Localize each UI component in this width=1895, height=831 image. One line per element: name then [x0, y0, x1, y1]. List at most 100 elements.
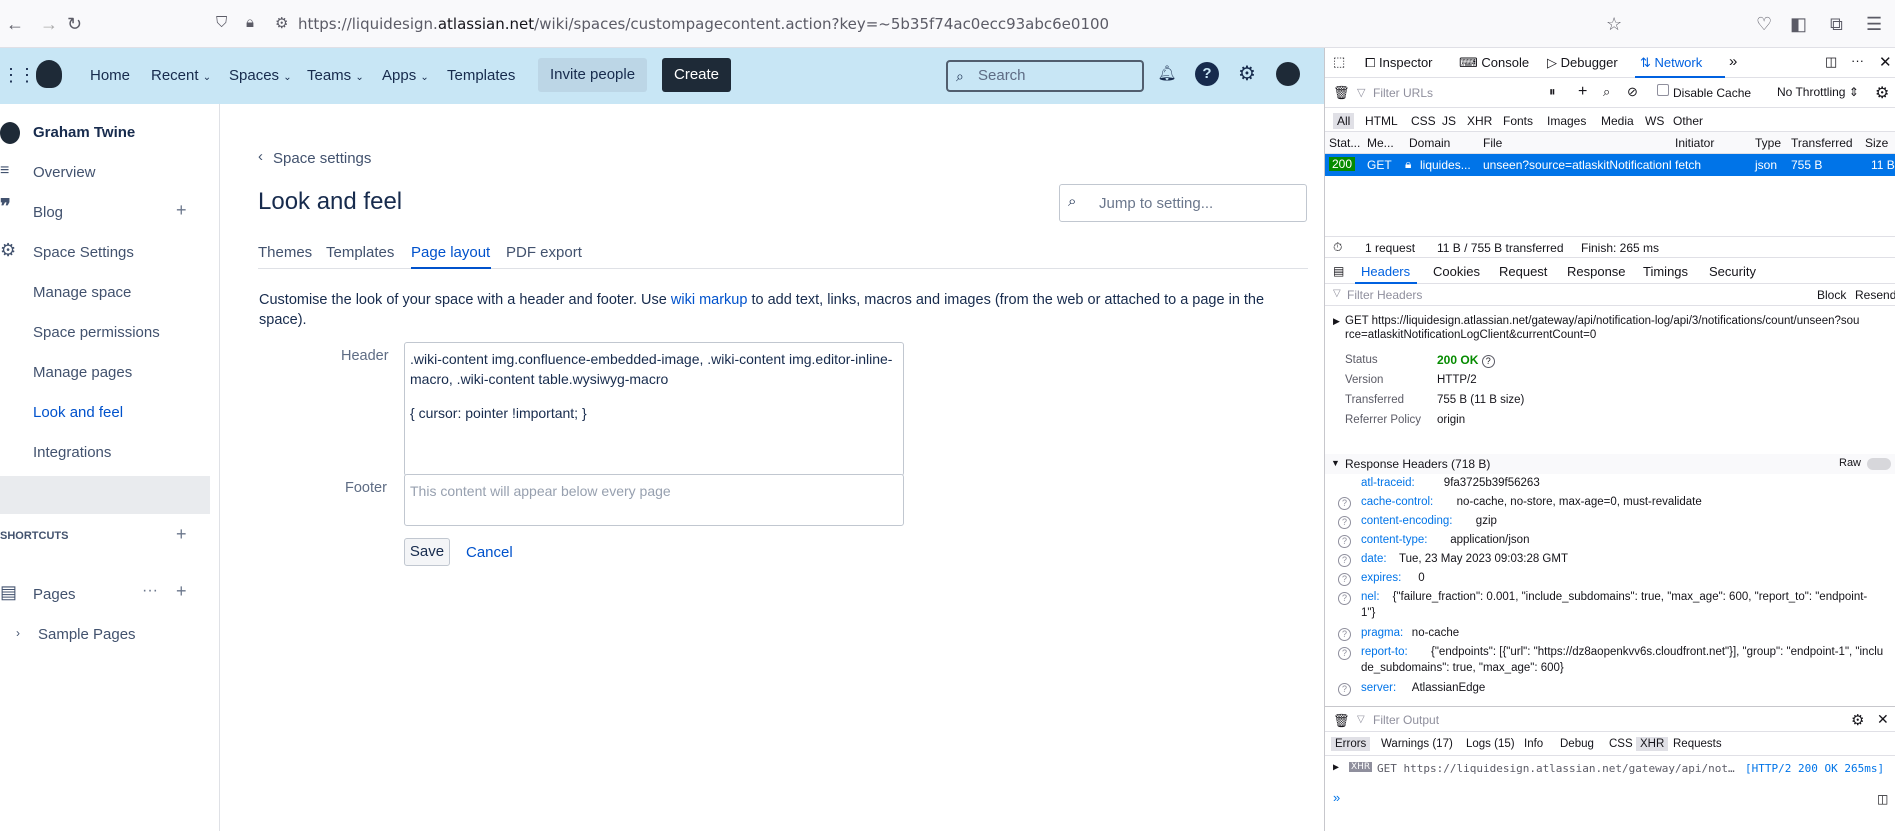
tab-headers[interactable]: Headers: [1361, 264, 1410, 279]
sidebar-item-space-settings[interactable]: Space Settings: [33, 244, 134, 261]
filter-media[interactable]: Media: [1601, 114, 1634, 128]
help-icon[interactable]: ?: [1338, 497, 1351, 510]
response-header-row[interactable]: ? nel: {"failure_fraction": 0.001, "includ…: [1325, 589, 1895, 608]
console-prompt-icon[interactable]: »: [1333, 790, 1340, 805]
filter-errors[interactable]: Errors: [1331, 737, 1371, 751]
filter-logs[interactable]: Logs (15): [1466, 738, 1515, 750]
filter-other[interactable]: Other: [1673, 114, 1703, 128]
help-icon[interactable]: ?: [1338, 647, 1351, 660]
forward-arrow-icon[interactable]: →: [40, 14, 58, 35]
pocket-icon[interactable]: ♡: [1756, 14, 1772, 35]
help-icon[interactable]: ?: [1338, 554, 1351, 567]
filter-info[interactable]: Info: [1524, 738, 1543, 750]
help-icon[interactable]: ?: [1481, 355, 1495, 368]
more-tabs-icon[interactable]: »: [1729, 53, 1737, 70]
col-status[interactable]: Stat...: [1329, 136, 1360, 150]
filter-warnings[interactable]: Warnings (17): [1381, 738, 1453, 750]
sidebar-item-manage-space[interactable]: Manage space: [33, 284, 131, 301]
expand-request-icon[interactable]: ▶: [1333, 316, 1340, 327]
logo-icon[interactable]: [36, 60, 62, 88]
settings-icon[interactable]: ⚙: [1235, 62, 1259, 86]
help-icon[interactable]: ?: [1338, 573, 1351, 586]
filter-images[interactable]: Images: [1547, 114, 1586, 128]
nav-recent[interactable]: Recent ⌄: [151, 67, 211, 84]
col-method[interactable]: Me...: [1367, 136, 1394, 150]
extensions-puzzle-icon[interactable]: ⧉: [1830, 14, 1843, 35]
trash-icon[interactable]: 🗑︎: [1333, 713, 1350, 729]
filter-xhr[interactable]: XHR: [1636, 737, 1669, 751]
help-icon[interactable]: ?: [1195, 62, 1219, 86]
add-blog-icon[interactable]: +: [176, 200, 187, 221]
expand-log-icon[interactable]: ▶: [1333, 762, 1339, 773]
response-header-row[interactable]: ? report-to: {"endpoints": [{"url": "https…: [1325, 644, 1895, 663]
help-icon[interactable]: ?: [1338, 516, 1351, 529]
resend-button[interactable]: Resend: [1855, 288, 1895, 302]
trash-icon[interactable]: 🗑︎: [1333, 85, 1350, 101]
back-arrow-icon[interactable]: ←: [6, 14, 24, 35]
response-header-row[interactable]: ? server: AtlassianEdge: [1325, 680, 1895, 699]
tab-debugger[interactable]: ▷ Debugger: [1547, 55, 1618, 71]
tab-console[interactable]: ⌨ Console: [1459, 55, 1529, 71]
col-initiator[interactable]: Initiator: [1675, 136, 1714, 150]
help-icon[interactable]: ?: [1338, 592, 1351, 605]
response-header-row[interactable]: ?atl-traceid:9fa3725b39f56263: [1325, 475, 1895, 494]
wiki-markup-link[interactable]: wiki markup: [671, 292, 748, 308]
add-page-icon[interactable]: +: [176, 581, 187, 602]
response-headers-heading[interactable]: ▼ Response Headers (718 B) Raw: [1325, 454, 1895, 474]
tab-timings[interactable]: Timings: [1643, 264, 1688, 279]
menu-icon[interactable]: ☰: [1866, 14, 1882, 35]
nav-teams[interactable]: Teams ⌄: [307, 67, 364, 84]
tab-pdf-export[interactable]: PDF export: [506, 244, 582, 261]
sidebar-item-look-and-feel[interactable]: Look and feel: [33, 404, 123, 421]
help-icon[interactable]: ?: [1338, 535, 1351, 548]
nav-templates[interactable]: Templates: [447, 67, 515, 84]
raw-toggle[interactable]: [1867, 458, 1891, 470]
block-icon[interactable]: ⊘: [1627, 84, 1638, 100]
back-chevron-icon[interactable]: ‹: [258, 148, 263, 165]
sidebar-item-space-permissions[interactable]: Space permissions: [33, 324, 160, 341]
tab-network[interactable]: ⇅ Network: [1640, 55, 1702, 71]
sidebar-item-blog[interactable]: Blog: [33, 204, 63, 221]
avatar[interactable]: [1276, 62, 1300, 86]
expand-chevron-icon[interactable]: ›: [16, 626, 20, 640]
col-transferred[interactable]: Transferred: [1791, 136, 1853, 150]
filter-requests[interactable]: Requests: [1673, 738, 1722, 750]
block-button[interactable]: Block: [1817, 288, 1846, 302]
more-actions-icon[interactable]: ···: [142, 582, 158, 600]
nav-apps[interactable]: Apps ⌄: [382, 67, 429, 84]
dock-icon[interactable]: ◫: [1825, 54, 1837, 70]
filter-urls-input[interactable]: Filter URLs: [1373, 86, 1433, 100]
picker-icon[interactable]: ⬚: [1333, 54, 1345, 70]
response-header-row[interactable]: ? content-type: application/json: [1325, 532, 1895, 551]
filter-js[interactable]: JS: [1442, 114, 1456, 128]
nav-spaces[interactable]: Spaces ⌄: [229, 67, 292, 84]
response-header-row[interactable]: ? pragma: no-cache: [1325, 625, 1895, 644]
tab-security[interactable]: Security: [1709, 264, 1756, 279]
tab-inspector[interactable]: ⧠ Inspector: [1365, 55, 1433, 71]
help-icon[interactable]: ?: [1338, 628, 1351, 641]
more-options-icon[interactable]: ···: [1851, 53, 1864, 68]
bookmark-star-icon[interactable]: ☆: [1606, 14, 1622, 35]
sidebar-item-pages[interactable]: Pages: [33, 586, 76, 603]
search-input[interactable]: ⌕ Search: [946, 60, 1144, 92]
sidebar-item-manage-pages[interactable]: Manage pages: [33, 364, 132, 381]
sidebar-item-sample-pages[interactable]: Sample Pages: [38, 626, 136, 643]
cancel-button[interactable]: Cancel: [466, 544, 513, 561]
help-icon[interactable]: ?: [1338, 683, 1351, 696]
invite-people-button[interactable]: Invite people: [538, 58, 648, 92]
plus-icon[interactable]: +: [1578, 83, 1587, 101]
response-header-row[interactable]: ? date: Tue, 23 May 2023 09:03:28 GMT: [1325, 551, 1895, 570]
add-shortcut-icon[interactable]: +: [176, 524, 187, 545]
create-button[interactable]: Create: [662, 58, 732, 92]
filter-xhr[interactable]: XHR: [1467, 114, 1492, 128]
search-icon[interactable]: ⌕: [1603, 84, 1610, 100]
notifications-icon[interactable]: 🔔︎: [1155, 62, 1179, 86]
tab-response[interactable]: Response: [1567, 264, 1626, 279]
tab-cookies[interactable]: Cookies: [1433, 264, 1480, 279]
filter-headers-input[interactable]: Filter Headers: [1347, 288, 1422, 302]
settings-icon[interactable]: ⚙: [1875, 83, 1889, 103]
tab-themes[interactable]: Themes: [258, 244, 312, 261]
url-bar[interactable]: https://liquidesign. atlassian.net/wiki/s…: [298, 8, 1598, 40]
footer-textarea[interactable]: This content will appear below every pag…: [404, 474, 904, 526]
filter-all[interactable]: All: [1333, 113, 1355, 129]
